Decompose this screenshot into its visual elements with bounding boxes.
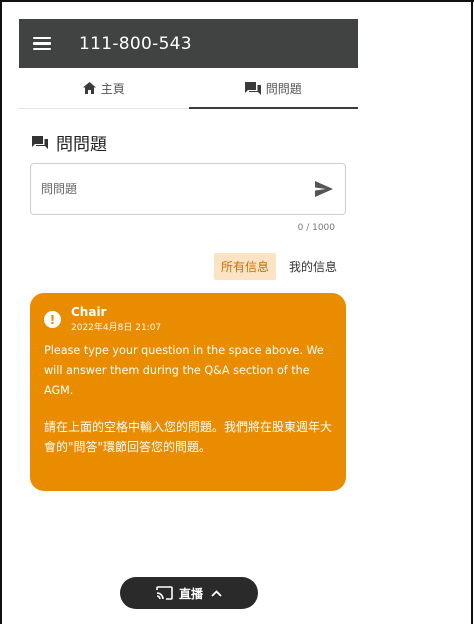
home-icon bbox=[82, 82, 96, 94]
question-input-box bbox=[30, 163, 346, 215]
message-text-chinese: 請在上面的空格中輸入您的問題。我們將在股東週年大會的"問答"環節回答您的問題。 bbox=[44, 420, 333, 454]
menu-icon[interactable] bbox=[33, 36, 51, 51]
meeting-id: 111-800-543 bbox=[79, 33, 192, 54]
cast-icon bbox=[156, 586, 173, 600]
chat-icon bbox=[244, 81, 261, 95]
app-container: 111-800-543 主頁 問問題 問問題 0 / 1000 所有信息 我的信 bbox=[19, 19, 358, 624]
send-icon bbox=[315, 181, 333, 197]
message-filters: 所有信息 我的信息 bbox=[213, 253, 344, 280]
filter-all-messages[interactable]: 所有信息 bbox=[213, 253, 276, 280]
live-stream-button[interactable]: 直播 bbox=[120, 577, 258, 609]
chat-icon bbox=[32, 136, 48, 149]
tab-home[interactable]: 主頁 bbox=[19, 68, 189, 108]
frame-divider bbox=[471, 0, 473, 624]
alert-icon: ! bbox=[44, 311, 61, 328]
tab-ask-question[interactable]: 問問題 bbox=[188, 68, 359, 109]
message-text-english: Please type your question in the space a… bbox=[44, 344, 324, 397]
message-timestamp: 2022年4月8日 21:07 bbox=[71, 323, 162, 333]
question-input[interactable] bbox=[41, 182, 313, 196]
message-header: ! Chair 2022年4月8日 21:07 bbox=[44, 305, 332, 333]
top-bar: 111-800-543 bbox=[19, 19, 358, 68]
chevron-up-icon bbox=[211, 589, 222, 597]
section-title-text: 問問題 bbox=[56, 135, 107, 155]
live-stream-label: 直播 bbox=[178, 586, 203, 601]
filter-my-messages[interactable]: 我的信息 bbox=[282, 253, 344, 280]
message-card: ! Chair 2022年4月8日 21:07 Please type your… bbox=[30, 293, 346, 491]
section-title: 問問題 bbox=[32, 130, 107, 155]
tab-bar: 主頁 問問題 bbox=[19, 68, 358, 109]
tab-home-label: 主頁 bbox=[100, 81, 125, 96]
tab-ask-question-label: 問問題 bbox=[265, 81, 302, 96]
message-sender: Chair bbox=[71, 305, 107, 319]
character-counter: 0 / 1000 bbox=[297, 223, 335, 233]
send-button[interactable] bbox=[313, 178, 335, 200]
